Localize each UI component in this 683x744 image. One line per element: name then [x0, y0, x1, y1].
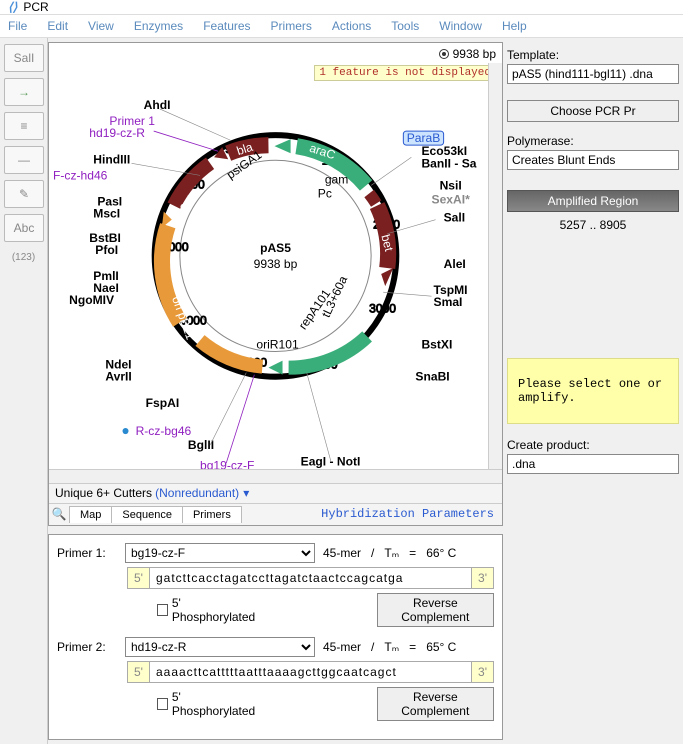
right-panel: Template: pAS5 (hind111-bgl11) .dna Choo…	[503, 38, 683, 744]
window-title: PCR	[23, 0, 48, 14]
vertical-scrollbar[interactable]	[488, 63, 502, 469]
tab-primers[interactable]: Primers	[182, 506, 242, 523]
svg-text:ParaB: ParaB	[407, 131, 441, 145]
menu-window[interactable]: Window	[439, 19, 482, 33]
bp-count: 9938 bp	[453, 47, 496, 61]
primer1-phos-checkbox[interactable]	[157, 604, 168, 616]
polymerase-field[interactable]: Creates Blunt Ends	[507, 150, 679, 170]
plasmid-map[interactable]: 9938 bp 1 feature is not displayed 1000 …	[49, 43, 502, 469]
amplified-region-value: 5257 .. 8905	[507, 212, 679, 238]
primer1-reverse-complement-button[interactable]: Reverse Complement	[377, 593, 494, 627]
svg-text:F-cz-hd46: F-cz-hd46	[53, 168, 108, 182]
svg-text:MscI: MscI	[93, 207, 120, 221]
svg-text:R-cz-bg46: R-cz-bg46	[136, 424, 192, 438]
svg-text:Pc: Pc	[318, 187, 332, 201]
svg-text:3000: 3000	[369, 301, 396, 315]
svg-text:9938 bp: 9938 bp	[254, 257, 298, 271]
svg-text:AleI: AleI	[444, 257, 466, 271]
search-icon[interactable]: 🔍	[49, 507, 69, 521]
primer2-reverse-complement-button[interactable]: Reverse Complement	[377, 687, 494, 721]
primer1-sequence[interactable]: 5' gatcttcacctagatccttagatctaactccagcatg…	[127, 567, 494, 589]
svg-text:BanII - Sa: BanII - Sa	[421, 156, 476, 170]
titlebar: ⟨⟩ PCR	[0, 0, 683, 15]
menu-actions[interactable]: Actions	[332, 19, 371, 33]
template-field[interactable]: pAS5 (hind111-bgl11) .dna	[507, 64, 679, 84]
selection-note: Please select one or amplify.	[507, 358, 679, 424]
primer2-sequence[interactable]: 5' aaaacttcatttttaatttaaaagcttggcaatcagc…	[127, 661, 494, 683]
tab-sequence[interactable]: Sequence	[111, 506, 183, 523]
tool-lines[interactable]: ≡	[4, 112, 44, 140]
cutter-bar[interactable]: Unique 6+ Cutters (Nonredundant)▾	[49, 483, 502, 503]
tool-text[interactable]: Abc	[4, 214, 44, 242]
subtab-bar: 🔍 Map Sequence Primers Hybridization Par…	[49, 503, 502, 525]
primer2-tm: 65° C	[426, 640, 456, 654]
chevron-down-icon[interactable]: ▾	[243, 486, 249, 500]
app-icon: ⟨⟩	[8, 0, 17, 14]
feature-warning[interactable]: 1 feature is not displayed	[314, 65, 496, 81]
horizontal-scrollbar[interactable]	[49, 469, 502, 483]
primer1-select[interactable]: bg19-cz-F	[125, 543, 315, 563]
menu-features[interactable]: Features	[203, 19, 250, 33]
menu-tools[interactable]: Tools	[391, 19, 419, 33]
menu-help[interactable]: Help	[502, 19, 527, 33]
svg-text:NgoMIV: NgoMIV	[69, 293, 114, 307]
svg-text:HindIII: HindIII	[93, 152, 130, 166]
amplified-region-header: Amplified Region	[507, 190, 679, 212]
menubar: File Edit View Enzymes Features Primers …	[0, 15, 683, 38]
svg-text:hd19-cz-R: hd19-cz-R	[89, 126, 145, 140]
svg-text:AhdI: AhdI	[144, 98, 171, 112]
svg-text:BstXI: BstXI	[421, 338, 452, 352]
choose-pcr-button[interactable]: Choose PCR Pr	[507, 100, 679, 122]
svg-text:pAS5: pAS5	[260, 241, 291, 255]
tool-pen[interactable]: ✎	[4, 180, 44, 208]
primer2-label: Primer 2:	[57, 640, 117, 654]
tool-count: (123)	[4, 252, 43, 263]
create-product-field[interactable]: .dna	[507, 454, 679, 474]
primers-panel: Primer 1: bg19-cz-F 45-mer / Tₘ = 66° C …	[48, 534, 503, 740]
primer1-label: Primer 1:	[57, 546, 117, 560]
svg-text:AvrII: AvrII	[105, 370, 131, 384]
svg-text:SalI: SalI	[444, 211, 465, 225]
tab-map[interactable]: Map	[69, 506, 112, 523]
primer2-phos-checkbox[interactable]	[157, 698, 168, 710]
svg-text:EagI - NotI: EagI - NotI	[301, 454, 361, 468]
svg-text:PfoI: PfoI	[95, 243, 118, 257]
menu-enzymes[interactable]: Enzymes	[134, 19, 183, 33]
svg-text:SexAI*: SexAI*	[432, 193, 471, 207]
menu-edit[interactable]: Edit	[47, 19, 68, 33]
tool-dash[interactable]: —	[4, 146, 44, 174]
tool-arrow[interactable]: →	[4, 78, 44, 106]
create-product-label: Create product:	[507, 438, 679, 452]
bp-radio-icon[interactable]	[439, 49, 449, 59]
svg-text:FspAI: FspAI	[146, 396, 180, 410]
svg-text:oriR101: oriR101	[256, 338, 299, 352]
template-label: Template:	[507, 48, 679, 62]
menu-file[interactable]: File	[8, 19, 27, 33]
polymerase-label: Polymerase:	[507, 134, 679, 148]
tool-enzyme[interactable]: SalI	[4, 44, 44, 72]
menu-view[interactable]: View	[88, 19, 114, 33]
svg-text:gam: gam	[325, 172, 349, 186]
left-toolbar: SalI → ≡ — ✎ Abc (123)	[0, 38, 48, 744]
primer1-tm: 66° C	[426, 546, 456, 560]
hybridization-link[interactable]: Hybridization Parameters	[321, 507, 502, 521]
svg-text:SmaI: SmaI	[434, 295, 463, 309]
primer2-select[interactable]: hd19-cz-R	[125, 637, 315, 657]
svg-text:SnaBI: SnaBI	[415, 370, 449, 384]
menu-primers[interactable]: Primers	[271, 19, 312, 33]
svg-text:NsiI: NsiI	[440, 178, 462, 192]
